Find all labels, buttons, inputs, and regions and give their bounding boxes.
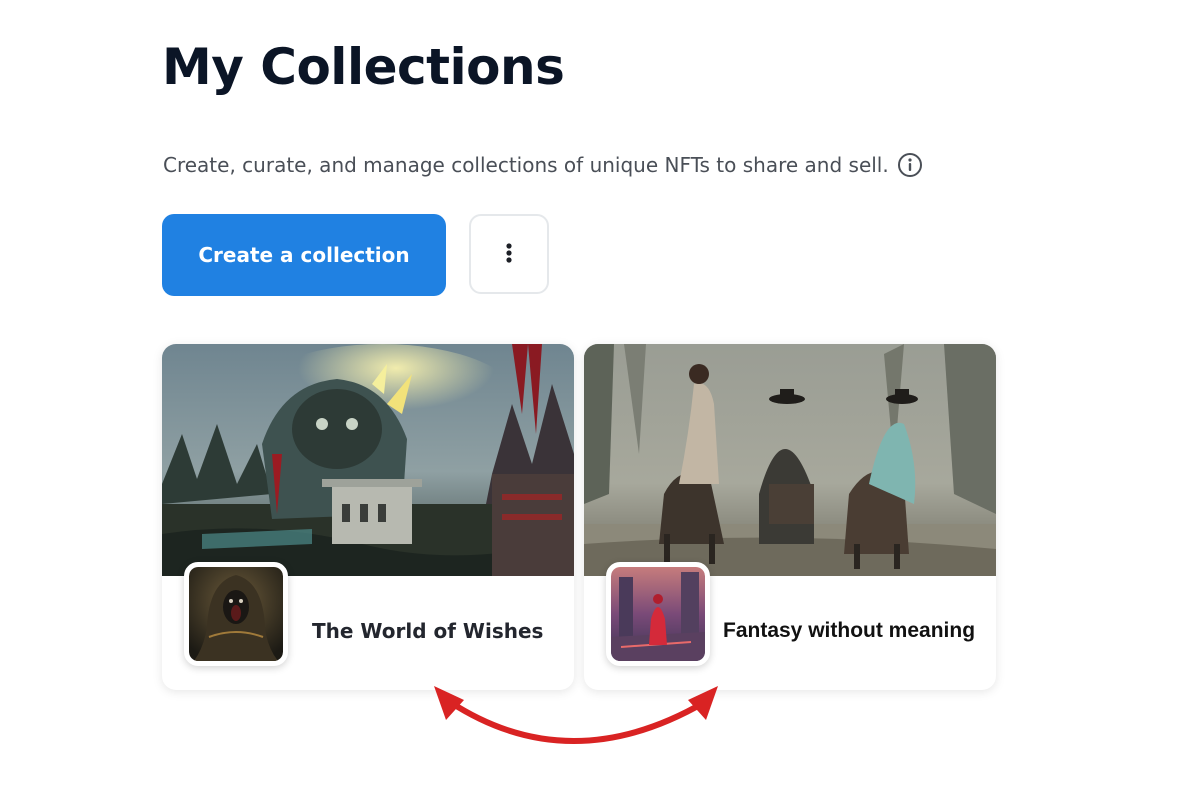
collection-card[interactable]: The World of Wishes (162, 344, 574, 690)
collection-avatar (184, 562, 288, 666)
collection-banner-image (162, 344, 574, 576)
create-collection-button[interactable]: Create a collection (162, 214, 446, 296)
more-options-button[interactable] (469, 214, 549, 294)
collection-card[interactable]: Fantasy without meaning (584, 344, 996, 690)
collection-name: Fantasy without meaning (723, 619, 976, 642)
collection-avatar (606, 562, 710, 666)
collection-banner-image (584, 344, 996, 576)
page-title: My Collections (162, 38, 565, 96)
info-icon[interactable] (897, 152, 923, 178)
description-text: Create, curate, and manage collections o… (163, 153, 889, 177)
double-headed-arrow-icon (430, 680, 730, 764)
page-description: Create, curate, and manage collections o… (163, 150, 923, 180)
collections-page: My Collections Create, curate, and manag… (0, 0, 1200, 800)
more-vertical-icon (505, 242, 513, 267)
collection-name: The World of Wishes (312, 619, 544, 643)
